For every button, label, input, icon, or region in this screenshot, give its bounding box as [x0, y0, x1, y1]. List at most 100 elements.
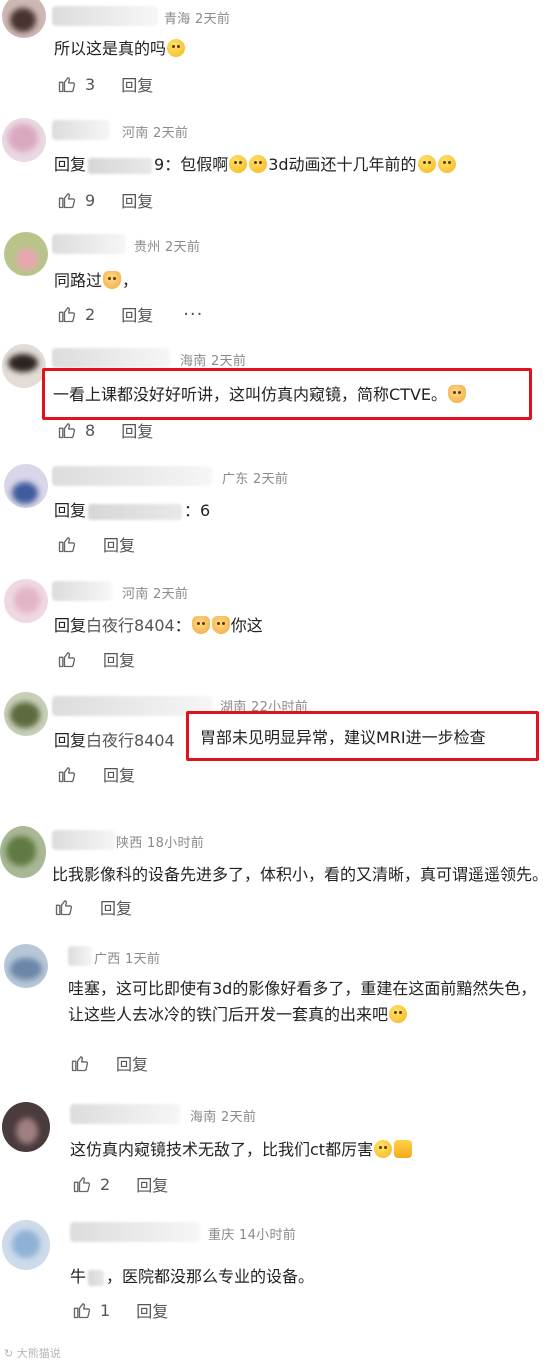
username-redacted[interactable]: [52, 234, 126, 254]
reply-button[interactable]: 回复: [121, 188, 153, 212]
avatar[interactable]: [2, 1220, 50, 1270]
mention-link[interactable]: 白夜行8404: [86, 616, 175, 635]
reply-button[interactable]: 回复: [103, 647, 135, 671]
comment-text: 这仿真内窥镜技术无敌了，比我们ct都厉害: [70, 1137, 413, 1163]
comment-item: 海南 2天前 这仿真内窥镜技术无敌了，比我们ct都厉害 2 回复: [0, 1100, 558, 1212]
reply-button[interactable]: 回复: [103, 532, 135, 556]
avatar[interactable]: [4, 579, 48, 623]
comment-actions: 回复: [57, 645, 135, 673]
comment-text: 同路过，: [54, 271, 139, 290]
laugh-emoji: [417, 155, 436, 173]
reply-button[interactable]: 回复: [100, 895, 132, 919]
comment-text: 回复白夜行8404： 你这: [54, 616, 263, 635]
comment-actions: 3 回复: [57, 70, 153, 98]
mention-link[interactable]: 白夜行8404: [86, 731, 175, 750]
reply-button[interactable]: 回复: [121, 72, 153, 96]
username-redacted[interactable]: [68, 946, 92, 966]
redacted-word: [88, 1269, 105, 1286]
username-redacted[interactable]: [52, 830, 116, 850]
comment-item: 贵州 2天前 同路过， 2 回复 ···: [0, 226, 558, 338]
comment-text: 牛，医院都没那么专业的设备。: [70, 1267, 315, 1286]
comment-item: 湖南 22小时前 回复白夜行8404 胃部未见明显异常，建议MRI进一步检查 回…: [0, 688, 558, 806]
avatar[interactable]: [0, 826, 46, 878]
like-count: 1: [100, 1300, 111, 1320]
comment-meta: 重庆 14小时前: [208, 1228, 297, 1243]
comment-text: 回复 9：包假啊 3d动画还十几年前的: [54, 152, 457, 178]
comment-item: 广西 1天前 哇塞，这可比即使有3d的影像好看多了，重建在这面前黯然失色，让这些…: [0, 940, 558, 1095]
username-redacted[interactable]: [52, 6, 158, 26]
thumbs-up-icon[interactable]: [57, 74, 77, 94]
avatar[interactable]: [4, 692, 48, 736]
comment-meta: 青海 2天前: [164, 12, 231, 27]
reply-button[interactable]: 回复: [121, 302, 153, 326]
comment-actions: 回复: [57, 760, 135, 788]
comment-actions: 9 回复: [57, 186, 153, 214]
reply-button[interactable]: 回复: [136, 1172, 168, 1196]
comment-item: 重庆 14小时前 牛，医院都没那么专业的设备。 1 回复: [0, 1218, 558, 1330]
username-redacted[interactable]: [52, 120, 110, 140]
like-count: 3: [85, 74, 96, 94]
avatar[interactable]: [4, 232, 48, 276]
laugh-emoji: [249, 155, 268, 173]
thumbs-up-icon[interactable]: [57, 764, 77, 784]
username-redacted[interactable]: [70, 1104, 180, 1124]
comment-meta: 广东 2天前: [222, 472, 289, 487]
like-count: 9: [85, 190, 96, 210]
thumbs-emoji: [394, 1140, 413, 1158]
comment-meta: 贵州 2天前: [134, 240, 201, 255]
thumbs-up-icon[interactable]: [57, 304, 77, 324]
cat-emoji: [103, 271, 122, 289]
reply-button[interactable]: 回复: [121, 418, 153, 442]
comment-actions: 8 回复: [57, 416, 153, 444]
thumbs-up-icon[interactable]: [57, 190, 77, 210]
comment-meta: 陕西 18小时前: [116, 836, 205, 851]
thumbs-up-icon[interactable]: [57, 649, 77, 669]
comment-actions: 2 回复 ···: [57, 300, 203, 328]
comment-text: 所以这是真的吗: [54, 36, 186, 62]
username-redacted[interactable]: [52, 466, 212, 486]
laugh-emoji: [374, 1140, 393, 1158]
comment-actions: 1 回复: [72, 1296, 168, 1324]
comment-meta: 河南 2天前: [122, 587, 189, 602]
thumbs-up-icon[interactable]: [57, 420, 77, 440]
reply-button[interactable]: 回复: [103, 762, 135, 786]
comment-meta: 海南 2天前: [190, 1110, 257, 1125]
avatar[interactable]: [2, 118, 46, 162]
mention-redacted[interactable]: [88, 503, 183, 520]
avatar[interactable]: [2, 0, 46, 38]
highlight-text: 胃部未见明显异常，建议MRI进一步检查: [200, 728, 486, 747]
reply-button[interactable]: 回复: [136, 1298, 168, 1322]
cat-emoji: [191, 616, 210, 634]
username-redacted[interactable]: [52, 348, 170, 368]
avatar[interactable]: [4, 464, 48, 508]
comment-text: 比我影像科的设备先进多了，体积小，看的又清晰，真可谓遥遥领先。: [52, 865, 549, 884]
laugh-emoji: [229, 155, 248, 173]
comment-item: 广东 2天前 回复 ：6 回复: [0, 458, 558, 570]
comment-text: 回复白夜行8404: [54, 731, 175, 750]
comment-item: 青海 2天前 所以这是真的吗 3 回复: [0, 0, 558, 110]
like-count: 8: [85, 420, 96, 440]
thumbs-up-icon[interactable]: [72, 1300, 92, 1320]
avatar[interactable]: [2, 1102, 50, 1152]
comment-actions: 回复: [54, 893, 132, 921]
username-redacted[interactable]: [52, 581, 112, 601]
mention-redacted[interactable]: [88, 157, 153, 174]
avatar[interactable]: [2, 344, 46, 388]
more-icon[interactable]: ···: [183, 304, 203, 325]
comment-actions: 回复: [57, 530, 135, 558]
thumbs-up-icon[interactable]: [57, 534, 77, 554]
comment-actions: 回复: [70, 1049, 148, 1077]
reply-button[interactable]: 回复: [116, 1051, 148, 1075]
like-count: 2: [85, 304, 96, 324]
like-count: 2: [100, 1174, 111, 1194]
comment-item: 河南 2天前 回复 9：包假啊 3d动画还十几年前的 9 回复: [0, 112, 558, 224]
avatar[interactable]: [4, 944, 48, 988]
watermark-logo-icon: ↻: [4, 1347, 14, 1360]
watermark: ↻ 大熊猫说: [4, 1347, 61, 1360]
thumbs-up-icon[interactable]: [72, 1174, 92, 1194]
thumbs-up-icon[interactable]: [70, 1053, 90, 1073]
comment-text: 一看上课都没好好听讲，这叫仿真内窥镜，简称CTVE。: [53, 382, 467, 408]
cat-emoji: [448, 385, 467, 403]
username-redacted[interactable]: [70, 1222, 200, 1242]
thumbs-up-icon[interactable]: [54, 897, 74, 917]
